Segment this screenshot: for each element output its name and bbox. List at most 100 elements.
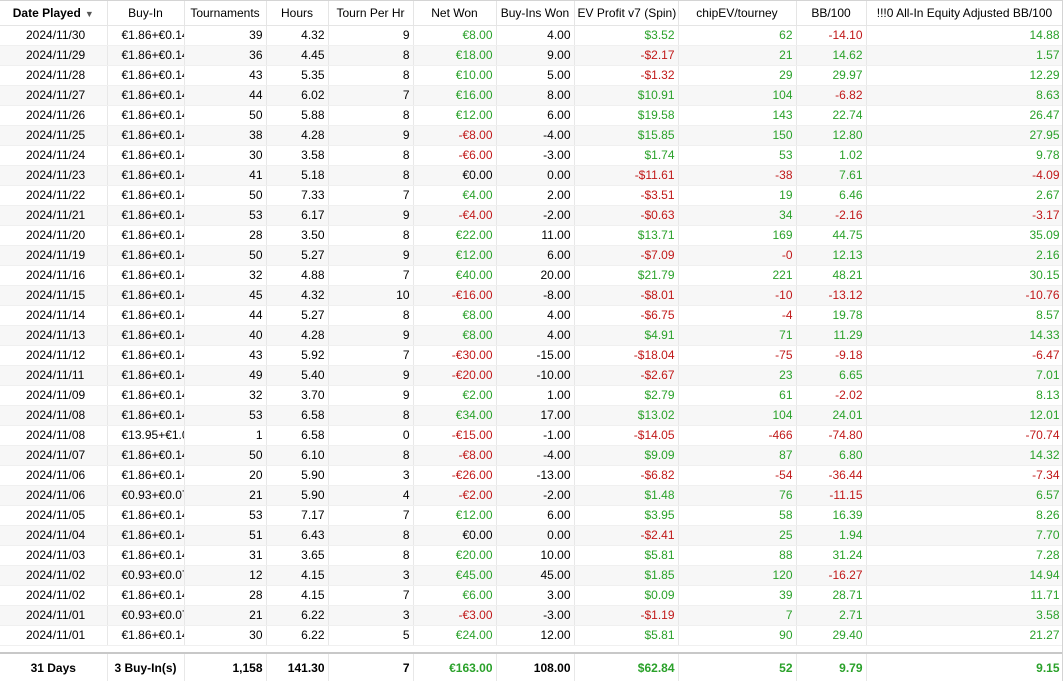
cell-buyin: €1.86+€0.14 xyxy=(107,306,184,326)
table-row[interactable]: 2024/11/01€1.86+€0.14306.225€24.0012.00$… xyxy=(0,626,1063,646)
table-row[interactable]: 2024/11/13€1.86+€0.14404.289€8.004.00$4.… xyxy=(0,326,1063,346)
table-row[interactable]: 2024/11/09€1.86+€0.14323.709€2.001.00$2.… xyxy=(0,386,1063,406)
table-row[interactable]: 2024/11/02€0.93+€0.07124.153€45.0045.00$… xyxy=(0,566,1063,586)
sort-descending-icon: ▼ xyxy=(85,9,94,19)
cell-aiadj: 27.95 xyxy=(866,126,1063,146)
table-row[interactable]: 2024/11/22€1.86+€0.14507.337€4.002.00-$3… xyxy=(0,186,1063,206)
cell-bb: 29.97 xyxy=(796,66,866,86)
column-header-bb[interactable]: BB/100 xyxy=(796,1,866,26)
column-header-tph[interactable]: Tourn Per Hr xyxy=(328,1,413,26)
column-header-date[interactable]: Date Played ▼ xyxy=(0,1,107,26)
column-header-ev[interactable]: EV Profit v7 (Spin) xyxy=(574,1,678,26)
table-row[interactable]: 2024/11/06€0.93+€0.07215.904-€2.00-2.00$… xyxy=(0,486,1063,506)
table-row[interactable]: 2024/11/21€1.86+€0.14536.179-€4.00-2.00-… xyxy=(0,206,1063,226)
cell-buyin: €1.86+€0.14 xyxy=(107,46,184,66)
cell-biwon: 11.00 xyxy=(496,226,574,246)
cell-chipev: 39 xyxy=(678,586,796,606)
cell-bb: -11.15 xyxy=(796,486,866,506)
cell-net: -€4.00 xyxy=(413,206,496,226)
cell-biwon: -2.00 xyxy=(496,486,574,506)
table-row[interactable]: 2024/11/30€1.86+€0.14394.329€8.004.00$3.… xyxy=(0,26,1063,46)
table-row[interactable]: 2024/11/23€1.86+€0.14415.188€0.000.00-$1… xyxy=(0,166,1063,186)
table-row[interactable]: 2024/11/28€1.86+€0.14435.358€10.005.00-$… xyxy=(0,66,1063,86)
cell-date: 2024/11/08 xyxy=(0,426,107,446)
cell-hours: 4.15 xyxy=(266,566,328,586)
cell-biwon: -15.00 xyxy=(496,346,574,366)
cell-ev: $13.02 xyxy=(574,406,678,426)
column-header-hours[interactable]: Hours xyxy=(266,1,328,26)
table-row[interactable]: 2024/11/07€1.86+€0.14506.108-€8.00-4.00$… xyxy=(0,446,1063,466)
table-row[interactable]: 2024/11/24€1.86+€0.14303.588-€6.00-3.00$… xyxy=(0,146,1063,166)
table-row[interactable]: 2024/11/29€1.86+€0.14364.458€18.009.00-$… xyxy=(0,46,1063,66)
cell-date: 2024/11/27 xyxy=(0,86,107,106)
column-header-chipev[interactable]: chipEV/tourney xyxy=(678,1,796,26)
cell-aiadj: 14.88 xyxy=(866,26,1063,46)
cell-tournaments: 43 xyxy=(184,66,266,86)
cell-hours: 5.88 xyxy=(266,106,328,126)
cell-biwon: 8.00 xyxy=(496,86,574,106)
column-header-tournaments[interactable]: Tournaments xyxy=(184,1,266,26)
cell-buyin: €1.86+€0.14 xyxy=(107,326,184,346)
cell-biwon: 20.00 xyxy=(496,266,574,286)
table-row[interactable]: 2024/11/19€1.86+€0.14505.279€12.006.00-$… xyxy=(0,246,1063,266)
cell-date: 2024/11/26 xyxy=(0,106,107,126)
table-row[interactable]: 2024/11/16€1.86+€0.14324.887€40.0020.00$… xyxy=(0,266,1063,286)
cell-aiadj: 8.63 xyxy=(866,86,1063,106)
table-row[interactable]: 2024/11/06€1.86+€0.14205.903-€26.00-13.0… xyxy=(0,466,1063,486)
cell-date: 2024/11/07 xyxy=(0,446,107,466)
table-row[interactable]: 2024/11/12€1.86+€0.14435.927-€30.00-15.0… xyxy=(0,346,1063,366)
cell-tournaments: 53 xyxy=(184,506,266,526)
cell-date: 2024/11/08 xyxy=(0,406,107,426)
table-row[interactable]: 2024/11/08€13.95+€1.0516.580-€15.00-1.00… xyxy=(0,426,1063,446)
cell-hours: 3.58 xyxy=(266,146,328,166)
table-row[interactable]: 2024/11/02€1.86+€0.14284.157€6.003.00$0.… xyxy=(0,586,1063,606)
total-ev: $62.84 xyxy=(574,653,678,681)
table-row[interactable]: 2024/11/26€1.86+€0.14505.888€12.006.00$1… xyxy=(0,106,1063,126)
cell-tournaments: 50 xyxy=(184,446,266,466)
table-row[interactable]: 2024/11/25€1.86+€0.14384.289-€8.00-4.00$… xyxy=(0,126,1063,146)
total-date: 31 Days xyxy=(0,653,107,681)
cell-aiadj: -7.34 xyxy=(866,466,1063,486)
cell-date: 2024/11/03 xyxy=(0,546,107,566)
cell-hours: 3.50 xyxy=(266,226,328,246)
cell-net: €12.00 xyxy=(413,106,496,126)
cell-net: -€2.00 xyxy=(413,486,496,506)
table-row[interactable]: 2024/11/04€1.86+€0.14516.438€0.000.00-$2… xyxy=(0,526,1063,546)
cell-buyin: €1.86+€0.14 xyxy=(107,126,184,146)
cell-bb: -2.02 xyxy=(796,386,866,406)
cell-bb: 1.02 xyxy=(796,146,866,166)
table-row[interactable]: 2024/11/01€0.93+€0.07216.223-€3.00-3.00-… xyxy=(0,606,1063,626)
table-row[interactable]: 2024/11/03€1.86+€0.14313.658€20.0010.00$… xyxy=(0,546,1063,566)
cell-tph: 7 xyxy=(328,186,413,206)
cell-bb: 12.80 xyxy=(796,126,866,146)
table-row[interactable]: 2024/11/05€1.86+€0.14537.177€12.006.00$3… xyxy=(0,506,1063,526)
cell-chipev: 169 xyxy=(678,226,796,246)
cell-ev: $4.91 xyxy=(574,326,678,346)
column-header-aiadj[interactable]: !!!0 All-In Equity Adjusted BB/100 xyxy=(866,1,1063,26)
table-row[interactable]: 2024/11/27€1.86+€0.14446.027€16.008.00$1… xyxy=(0,86,1063,106)
cell-net: -€30.00 xyxy=(413,346,496,366)
column-header-net[interactable]: Net Won xyxy=(413,1,496,26)
cell-date: 2024/11/06 xyxy=(0,466,107,486)
cell-biwon: 6.00 xyxy=(496,246,574,266)
table-row[interactable]: 2024/11/11€1.86+€0.14495.409-€20.00-10.0… xyxy=(0,366,1063,386)
cell-tournaments: 43 xyxy=(184,346,266,366)
cell-bb: 28.71 xyxy=(796,586,866,606)
table-row[interactable]: 2024/11/08€1.86+€0.14536.588€34.0017.00$… xyxy=(0,406,1063,426)
table-row[interactable]: 2024/11/15€1.86+€0.14454.3210-€16.00-8.0… xyxy=(0,286,1063,306)
cell-bb: 19.78 xyxy=(796,306,866,326)
column-header-label: Date Played xyxy=(13,6,81,20)
column-header-buyin[interactable]: Buy-In xyxy=(107,1,184,26)
table-row[interactable]: 2024/11/14€1.86+€0.14445.278€8.004.00-$6… xyxy=(0,306,1063,326)
table-row[interactable]: 2024/11/20€1.86+€0.14283.508€22.0011.00$… xyxy=(0,226,1063,246)
results-grid[interactable]: Date Played ▼ Buy-InTournamentsHoursTourn … xyxy=(0,0,1063,680)
cell-tournaments: 40 xyxy=(184,326,266,346)
cell-net: €8.00 xyxy=(413,306,496,326)
cell-net: -€3.00 xyxy=(413,606,496,626)
cell-buyin: €1.86+€0.14 xyxy=(107,286,184,306)
cell-aiadj: 9.78 xyxy=(866,146,1063,166)
cell-biwon: -1.00 xyxy=(496,426,574,446)
cell-chipev: -0 xyxy=(678,246,796,266)
column-header-biwon[interactable]: Buy-Ins Won xyxy=(496,1,574,26)
cell-net: -€20.00 xyxy=(413,366,496,386)
